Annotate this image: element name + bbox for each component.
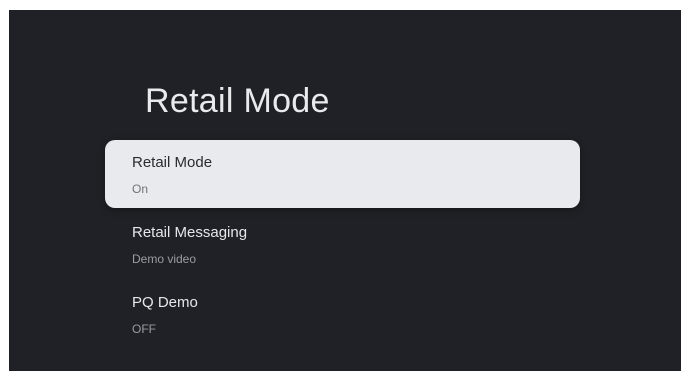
menu-item-pq-demo[interactable]: PQ Demo OFF xyxy=(105,280,580,348)
menu-item-value: OFF xyxy=(132,322,156,336)
settings-menu: Retail Mode On Retail Messaging Demo vid… xyxy=(105,140,580,348)
menu-item-retail-messaging[interactable]: Retail Messaging Demo video xyxy=(105,210,580,278)
tv-settings-screen: Retail Mode Retail Mode On Retail Messag… xyxy=(9,10,681,371)
menu-item-retail-mode[interactable]: Retail Mode On xyxy=(105,140,580,208)
menu-item-value: On xyxy=(132,182,149,196)
menu-item-label: Retail Messaging xyxy=(132,224,248,241)
page-title: Retail Mode xyxy=(145,82,330,120)
menu-item-value: Demo video xyxy=(132,252,197,266)
menu-item-label: Retail Mode xyxy=(132,154,213,171)
menu-item-label: PQ Demo xyxy=(132,294,198,311)
